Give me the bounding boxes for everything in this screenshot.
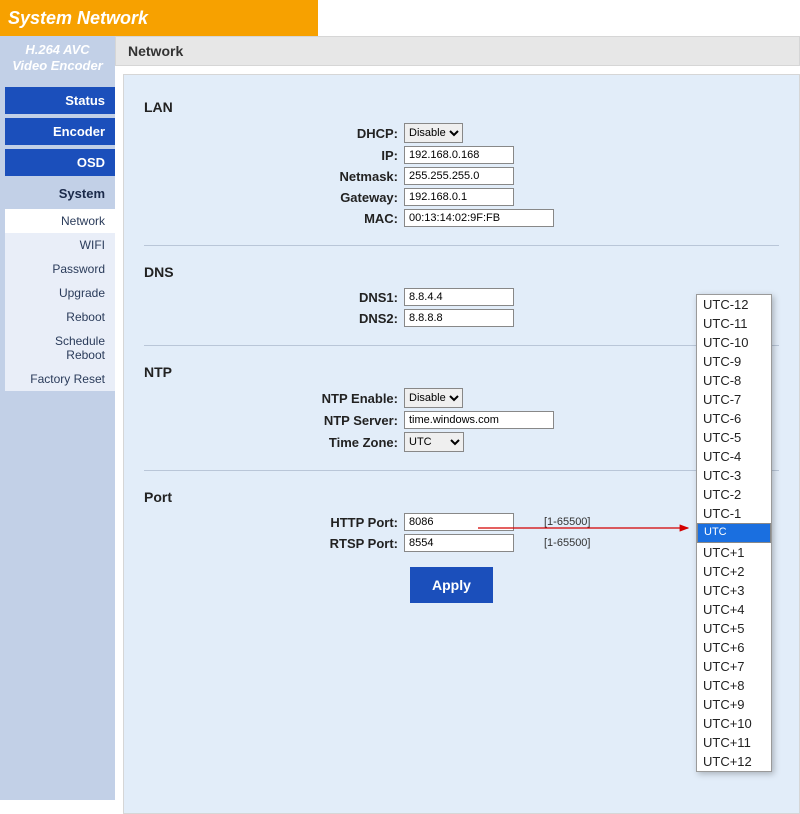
dns2-label: DNS2: xyxy=(144,311,404,326)
netmask-label: Netmask: xyxy=(144,169,404,184)
sidebar-submenu: Network WIFI Password Upgrade Reboot Sch… xyxy=(5,209,115,391)
tz-option[interactable]: UTC+6 xyxy=(697,638,771,657)
divider xyxy=(144,470,779,471)
tz-option[interactable]: UTC+5 xyxy=(697,619,771,638)
netmask-input[interactable] xyxy=(404,167,514,185)
tz-select[interactable]: UTC xyxy=(404,432,464,452)
http-port-input[interactable] xyxy=(404,513,514,531)
dhcp-label: DHCP: xyxy=(144,126,404,141)
section-ntp: NTP xyxy=(144,364,779,380)
tz-option[interactable]: UTC+11 xyxy=(697,733,771,752)
ntp-enable-label: NTP Enable: xyxy=(144,391,404,406)
dns1-label: DNS1: xyxy=(144,290,404,305)
rtsp-port-hint: [1-65500] xyxy=(544,537,590,549)
tz-option[interactable]: UTC-9 xyxy=(697,352,771,371)
rtsp-port-input[interactable] xyxy=(404,534,514,552)
tz-option[interactable]: UTC-2 xyxy=(697,485,771,504)
http-port-hint: [1-65500] xyxy=(544,516,590,528)
tz-option[interactable]: UTC-4 xyxy=(697,447,771,466)
dns1-input[interactable] xyxy=(404,288,514,306)
ntp-enable-select[interactable]: Disable xyxy=(404,388,463,408)
sidebar-item-network[interactable]: Network xyxy=(5,209,115,233)
sidebar-item-upgrade[interactable]: Upgrade xyxy=(5,281,115,305)
divider xyxy=(144,345,779,346)
sidebar-item-osd[interactable]: OSD xyxy=(5,149,115,176)
http-port-label: HTTP Port: xyxy=(144,515,404,530)
sidebar-item-system[interactable]: System xyxy=(5,180,115,207)
ntp-server-input[interactable] xyxy=(404,411,554,429)
sidebar-item-password[interactable]: Password xyxy=(5,257,115,281)
topbar-title: System Network xyxy=(8,8,148,29)
tz-option[interactable]: UTC-11 xyxy=(697,314,771,333)
logo-line2: Video Encoder xyxy=(4,58,111,74)
tz-option[interactable]: UTC+3 xyxy=(697,581,771,600)
sidebar-item-factory-reset[interactable]: Factory Reset xyxy=(5,367,115,391)
dhcp-select[interactable]: Disable xyxy=(404,123,463,143)
logo-line1: H.264 AVC xyxy=(4,42,111,58)
tz-label: Time Zone: xyxy=(144,435,404,450)
tz-option[interactable]: UTC-12 xyxy=(697,295,771,314)
tz-option[interactable]: UTC-3 xyxy=(697,466,771,485)
tz-option[interactable]: UTC xyxy=(697,523,771,543)
ip-label: IP: xyxy=(144,148,404,163)
tz-option[interactable]: UTC+7 xyxy=(697,657,771,676)
section-lan: LAN xyxy=(144,99,779,115)
section-dns: DNS xyxy=(144,264,779,280)
divider xyxy=(144,245,779,246)
dns2-input[interactable] xyxy=(404,309,514,327)
tz-option[interactable]: UTC+8 xyxy=(697,676,771,695)
sidebar-item-status[interactable]: Status xyxy=(5,87,115,114)
sidebar-item-schedule-reboot[interactable]: Schedule Reboot xyxy=(5,329,115,367)
tz-option[interactable]: UTC-10 xyxy=(697,333,771,352)
tz-option[interactable]: UTC+1 xyxy=(697,543,771,562)
tz-option[interactable]: UTC+12 xyxy=(697,752,771,771)
gateway-label: Gateway: xyxy=(144,190,404,205)
apply-button[interactable]: Apply xyxy=(410,567,493,603)
ip-input[interactable] xyxy=(404,146,514,164)
mac-input[interactable] xyxy=(404,209,554,227)
ntp-server-label: NTP Server: xyxy=(144,413,404,428)
sidebar-item-reboot[interactable]: Reboot xyxy=(5,305,115,329)
sidebar-item-encoder[interactable]: Encoder xyxy=(5,118,115,145)
topbar: System Network xyxy=(0,0,318,36)
rtsp-port-label: RTSP Port: xyxy=(144,536,404,551)
tz-option[interactable]: UTC-1 xyxy=(697,504,771,523)
tz-option[interactable]: UTC+2 xyxy=(697,562,771,581)
tz-option[interactable]: UTC-8 xyxy=(697,371,771,390)
tz-option[interactable]: UTC+9 xyxy=(697,695,771,714)
product-logo: H.264 AVC Video Encoder xyxy=(0,36,115,85)
section-port: Port xyxy=(144,489,779,505)
tz-option[interactable]: UTC+10 xyxy=(697,714,771,733)
tz-dropdown[interactable]: UTC-12UTC-11UTC-10UTC-9UTC-8UTC-7UTC-6UT… xyxy=(696,294,772,772)
tz-option[interactable]: UTC-6 xyxy=(697,409,771,428)
tz-option[interactable]: UTC-5 xyxy=(697,428,771,447)
page-title: Network xyxy=(115,36,800,66)
sidebar: H.264 AVC Video Encoder Status Encoder O… xyxy=(0,36,115,800)
tz-option[interactable]: UTC+4 xyxy=(697,600,771,619)
sidebar-item-wifi[interactable]: WIFI xyxy=(5,233,115,257)
mac-label: MAC: xyxy=(144,211,404,226)
tz-option[interactable]: UTC-7 xyxy=(697,390,771,409)
gateway-input[interactable] xyxy=(404,188,514,206)
